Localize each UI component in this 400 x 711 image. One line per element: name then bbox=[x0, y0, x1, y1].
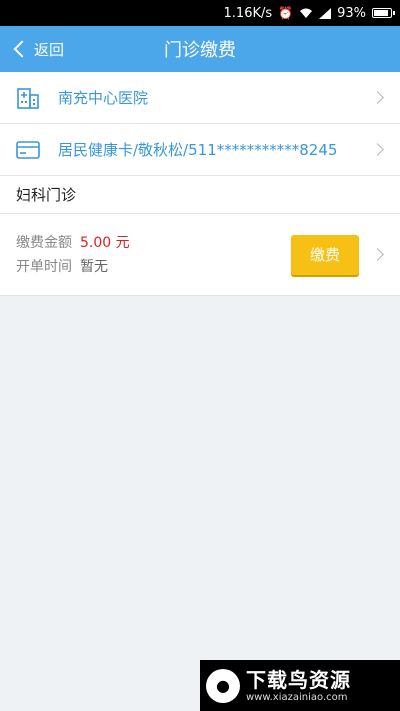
nav-bar: 返回 门诊缴费 bbox=[0, 26, 400, 72]
chevron-right-icon bbox=[371, 248, 384, 261]
network-speed: 1.16K/s bbox=[223, 5, 273, 21]
signal-icon bbox=[319, 7, 332, 19]
back-label: 返回 bbox=[34, 40, 65, 59]
amount-value: 5.00 元 bbox=[80, 234, 130, 251]
department-label: 妇科门诊 bbox=[0, 176, 400, 214]
alarm-icon: ⏰ bbox=[278, 6, 294, 20]
time-line: 开单时间 暂无 bbox=[16, 255, 291, 279]
fee-item[interactable]: 缴费金额 5.00 元 开单时间 暂无 缴费 bbox=[0, 214, 400, 296]
watermark-text: 下载鸟资源 www.xiazainiao.com bbox=[246, 668, 351, 704]
status-bar: 1.16K/s ⏰ 93% bbox=[0, 0, 400, 26]
chevron-left-icon bbox=[13, 40, 31, 58]
patient-card-row[interactable]: 居民健康卡/敬秋松/511***********8245 bbox=[0, 124, 400, 176]
page-title: 门诊缴费 bbox=[164, 40, 236, 61]
hospital-name: 南充中心医院 bbox=[58, 89, 149, 107]
battery-icon bbox=[372, 8, 395, 18]
chevron-right-icon bbox=[371, 143, 384, 156]
amount-label: 缴费金额 bbox=[16, 234, 72, 251]
pay-button[interactable]: 缴费 bbox=[291, 234, 359, 275]
watermark-title: 下载鸟资源 bbox=[246, 667, 351, 692]
chevron-right-icon bbox=[371, 91, 384, 104]
patient-card-text: 居民健康卡/敬秋松/511***********8245 bbox=[58, 141, 338, 159]
watermark-url: www.xiazainiao.com bbox=[246, 691, 348, 703]
card-icon bbox=[16, 140, 40, 159]
amount-line: 缴费金额 5.00 元 bbox=[16, 231, 291, 255]
info-card: 南充中心医院 居民健康卡/敬秋松/511***********8245 妇科门诊… bbox=[0, 72, 400, 296]
watermark: ● 下载鸟资源 www.xiazainiao.com bbox=[200, 660, 400, 711]
time-label: 开单时间 bbox=[16, 258, 72, 275]
battery-text: 93% bbox=[337, 5, 366, 21]
back-button[interactable]: 返回 bbox=[12, 26, 64, 72]
watermark-logo-icon: ● bbox=[206, 668, 240, 703]
wifi-icon bbox=[300, 8, 313, 18]
hospital-row[interactable]: 南充中心医院 bbox=[0, 72, 400, 124]
hospital-icon bbox=[17, 87, 39, 109]
fee-info: 缴费金额 5.00 元 开单时间 暂无 bbox=[16, 231, 291, 279]
time-value: 暂无 bbox=[80, 258, 108, 275]
